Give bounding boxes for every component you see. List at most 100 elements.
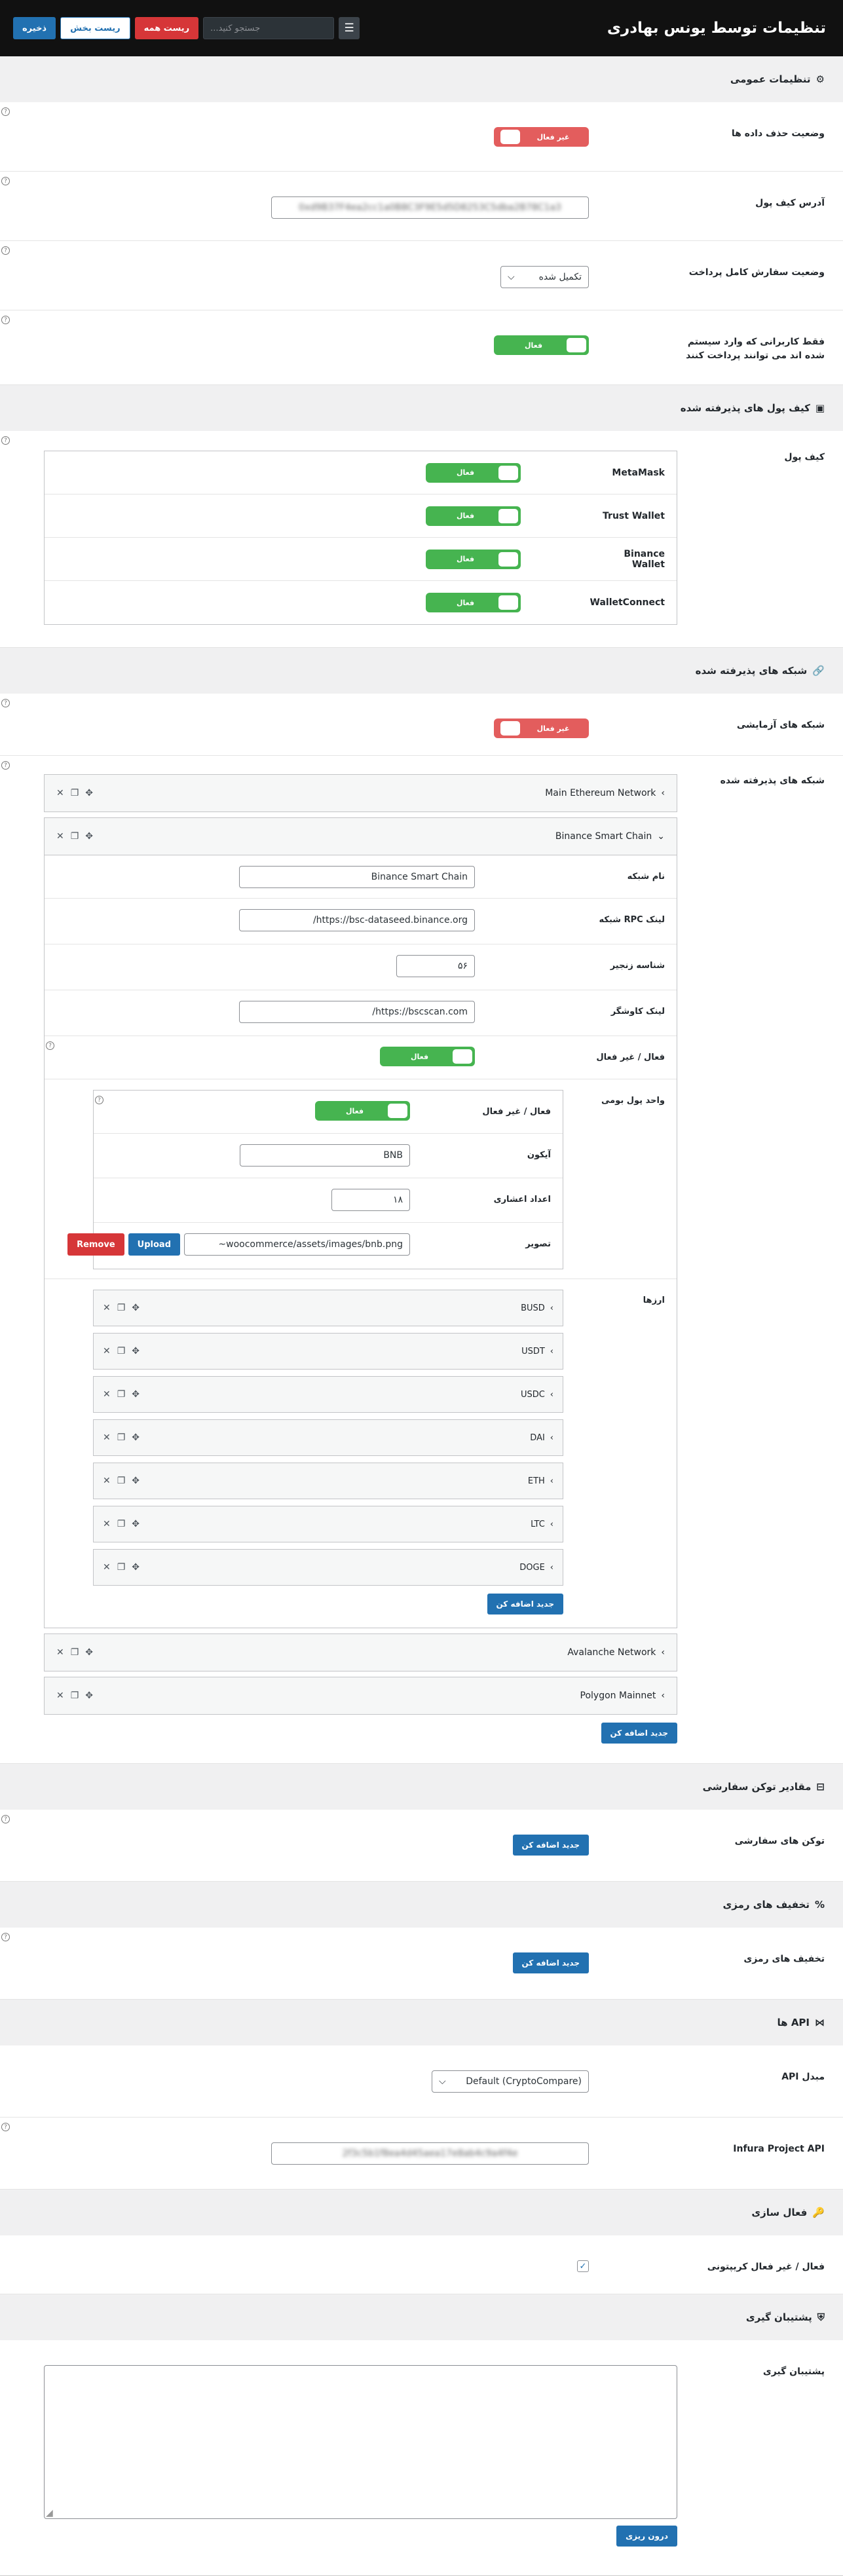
close-icon[interactable]: ✕: [103, 1476, 111, 1486]
copy-icon[interactable]: ❐: [117, 1562, 126, 1573]
move-icon[interactable]: ✥: [132, 1346, 140, 1356]
move-icon[interactable]: ✥: [85, 1647, 93, 1658]
close-icon[interactable]: ✕: [103, 1432, 111, 1443]
image-url-field[interactable]: woocommerce/assets/images/bnb.png~: [184, 1233, 410, 1256]
add-discount-button[interactable]: جدید اضافه کن: [512, 1952, 589, 1973]
wallet-address-field[interactable]: 0xd9B37F4ea2cc1a0B8C3F9E5d5D8253C5dba2B7…: [271, 196, 589, 219]
copy-icon[interactable]: ❐: [117, 1346, 126, 1356]
close-icon[interactable]: ✕: [56, 788, 64, 798]
wallet-toggle[interactable]: فعال: [426, 462, 521, 483]
help-icon[interactable]: ?: [1, 761, 10, 770]
network-active-toggle[interactable]: فعال: [380, 1047, 475, 1066]
move-icon[interactable]: ✥: [132, 1562, 140, 1573]
decimals-field[interactable]: ۱۸: [331, 1189, 410, 1211]
copy-icon[interactable]: ❐: [117, 1476, 126, 1486]
rpc-url-field[interactable]: https://bsc-dataseed.binance.org/: [239, 909, 475, 931]
api-converter-select[interactable]: ⌵ Default (CryptoCompare): [432, 2070, 589, 2093]
move-icon[interactable]: ✥: [132, 1476, 140, 1486]
token-item[interactable]: › DOGE ✕ ❐ ✥: [93, 1549, 563, 1586]
help-icon[interactable]: ?: [95, 1096, 103, 1104]
add-token-button[interactable]: جدید اضافه کن: [487, 1594, 563, 1615]
move-icon[interactable]: ✥: [85, 1690, 93, 1701]
close-icon[interactable]: ✕: [103, 1389, 111, 1400]
currency-symbol-field[interactable]: BNB: [240, 1144, 410, 1167]
network-header[interactable]: ⌄ Binance Smart Chain ✕ ❐ ✥: [45, 818, 677, 855]
field-label: مبدل API: [781, 2072, 825, 2082]
copy-icon[interactable]: ❐: [117, 1303, 126, 1313]
remove-button[interactable]: Remove: [67, 1233, 124, 1256]
save-button[interactable]: ذخیره: [13, 17, 56, 39]
help-icon[interactable]: ?: [1, 699, 10, 707]
section-header-backup: ⛨ پشتیبان گیری: [0, 2294, 843, 2340]
copy-icon[interactable]: ❐: [71, 831, 79, 842]
help-icon[interactable]: ?: [1, 246, 10, 255]
token-item[interactable]: › USDT ✕ ❐ ✥: [93, 1333, 563, 1370]
move-icon[interactable]: ✥: [85, 831, 93, 842]
reset-section-button[interactable]: ریست بخش: [60, 17, 130, 39]
move-icon[interactable]: ✥: [132, 1389, 140, 1400]
chevron-left-icon: ›: [550, 1562, 553, 1573]
chain-id-field[interactable]: ۵۶: [396, 955, 475, 977]
toggle-knob: [567, 338, 586, 352]
token-item[interactable]: › DAI ✕ ❐ ✥: [93, 1419, 563, 1456]
token-item[interactable]: › USDC ✕ ❐ ✥: [93, 1376, 563, 1413]
section-title: مقادیر توکن سفارشی: [702, 1781, 812, 1793]
backup-textarea[interactable]: ◢: [44, 2365, 677, 2519]
close-icon[interactable]: ✕: [56, 831, 64, 842]
network-name-field[interactable]: Binance Smart Chain: [239, 866, 475, 888]
add-network-button[interactable]: جدید اضافه کن: [601, 1723, 677, 1744]
help-icon[interactable]: ?: [1, 1815, 10, 1823]
add-custom-token-button[interactable]: جدید اضافه کن: [512, 1835, 589, 1856]
copy-icon[interactable]: ❐: [117, 1519, 126, 1529]
wallet-toggle[interactable]: فعال: [426, 506, 521, 526]
chevron-left-icon: ›: [550, 1432, 553, 1443]
network-header[interactable]: › Main Ethereum Network ✕ ❐ ✥: [45, 775, 677, 812]
move-icon[interactable]: ✥: [132, 1303, 140, 1313]
testnet-toggle[interactable]: غیر فعال: [494, 719, 589, 738]
token-item[interactable]: › LTC ✕ ❐ ✥: [93, 1506, 563, 1542]
network-header[interactable]: › Avalanche Network ✕ ❐ ✥: [45, 1634, 677, 1671]
token-item[interactable]: › ETH ✕ ❐ ✥: [93, 1463, 563, 1499]
move-icon[interactable]: ✥: [132, 1432, 140, 1443]
copy-icon[interactable]: ❐: [71, 1647, 79, 1658]
search-input[interactable]: جستجو کنید...: [203, 17, 335, 39]
reset-all-button[interactable]: ریست همه: [134, 17, 199, 39]
copy-icon[interactable]: ❐: [71, 1690, 79, 1701]
close-icon[interactable]: ✕: [56, 1647, 64, 1658]
close-icon[interactable]: ✕: [56, 1690, 64, 1701]
help-icon[interactable]: ?: [46, 1041, 54, 1050]
close-icon[interactable]: ✕: [103, 1519, 111, 1529]
move-icon[interactable]: ✥: [85, 788, 93, 798]
field-label: وضعیت سفارش کامل پرداخت: [688, 267, 825, 278]
help-icon[interactable]: ?: [1, 436, 10, 445]
close-icon[interactable]: ✕: [103, 1346, 111, 1356]
wallet-toggle[interactable]: فعال: [426, 593, 521, 612]
token-item[interactable]: › BUSD ✕ ❐ ✥: [93, 1290, 563, 1326]
help-icon[interactable]: ?: [1, 2123, 10, 2131]
copy-icon[interactable]: ❐: [71, 788, 79, 798]
wallet-row: WalletConnect فعال: [45, 581, 677, 624]
copy-icon[interactable]: ❐: [117, 1432, 126, 1443]
move-icon[interactable]: ✥: [132, 1519, 140, 1529]
order-status-select[interactable]: تکمیل شده ⌵: [500, 266, 589, 288]
infura-api-field[interactable]: 2f3c5b1f8ea4d45aea17e8ab4c9a4f4e: [271, 2142, 589, 2165]
currency-active-toggle[interactable]: فعال: [315, 1101, 410, 1121]
copy-icon[interactable]: ❐: [117, 1389, 126, 1400]
import-button[interactable]: درون ریزی: [616, 2526, 677, 2547]
wallet-icon: ▣: [815, 402, 825, 414]
logged-in-only-toggle[interactable]: فعال: [494, 335, 589, 355]
network-header[interactable]: › Polygon Mainnet ✕ ❐ ✥: [45, 1677, 677, 1714]
help-icon[interactable]: ?: [1, 1933, 10, 1941]
help-icon[interactable]: ?: [1, 177, 10, 185]
help-icon[interactable]: ?: [1, 316, 10, 324]
wallet-toggle[interactable]: فعال: [426, 549, 521, 569]
delete-data-toggle[interactable]: غیر فعال: [494, 127, 589, 147]
activation-checkbox[interactable]: ✓: [577, 2260, 589, 2272]
close-icon[interactable]: ✕: [103, 1562, 111, 1573]
resize-handle-icon[interactable]: ◢: [46, 2508, 53, 2518]
menu-icon[interactable]: ☰: [339, 17, 360, 39]
help-icon[interactable]: ?: [1, 107, 10, 116]
upload-button[interactable]: Upload: [128, 1233, 180, 1256]
explorer-url-field[interactable]: https://bscscan.com/: [239, 1001, 475, 1023]
close-icon[interactable]: ✕: [103, 1303, 111, 1313]
